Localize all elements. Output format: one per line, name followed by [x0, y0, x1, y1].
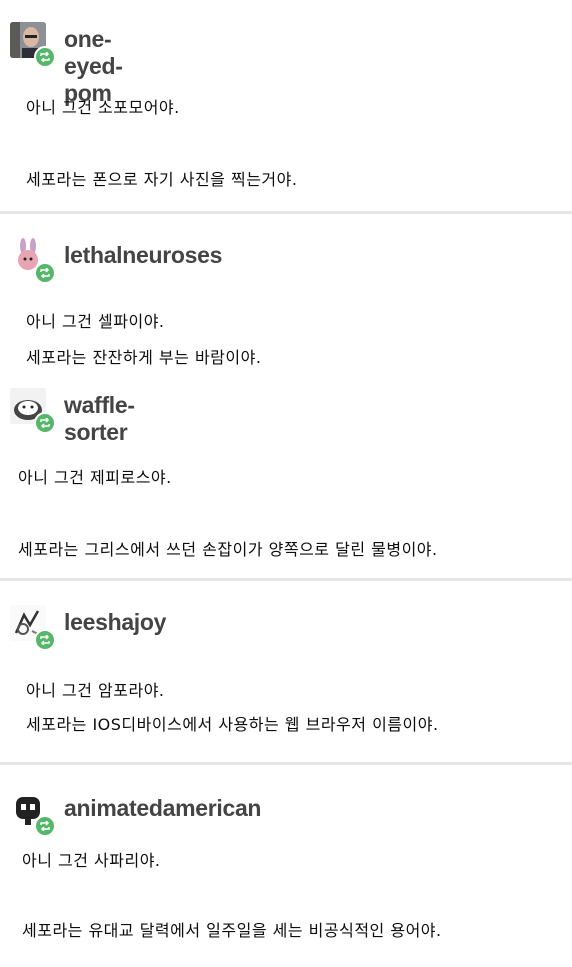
reblog-icon: [34, 46, 56, 68]
post-leeshajoy: leeshajoy 아니 그건 암포라야. 세포라는 IOS디바이스에서 사용하…: [0, 581, 572, 761]
reblog-icon: [34, 629, 56, 651]
reply-line-2: 세포라는 잔잔하게 부는 바람이야.: [26, 348, 262, 367]
post-one-eyed-pom: one-eyed-pom 아니 그건 소포모어야. 세포라는 폰으로 자기 사진…: [0, 0, 572, 210]
reblog-icon: [34, 262, 56, 284]
reply-line-1: 아니 그건 셀파이야.: [26, 312, 165, 331]
username[interactable]: animatedamerican: [64, 795, 261, 822]
username[interactable]: lethalneuroses: [64, 242, 222, 269]
post-waffle-sorter: waffle-sorter 아니 그건 제피로스야. 세포라는 그리스에서 쓰던…: [0, 384, 572, 576]
reply-line-2: 세포라는 IOS디바이스에서 사용하는 웹 브라우저 이름이야.: [26, 715, 439, 734]
username[interactable]: leeshajoy: [64, 609, 166, 636]
reply-line-1: 아니 그건 암포라야.: [26, 681, 165, 700]
reply-line-1: 아니 그건 제피로스야.: [18, 468, 172, 487]
reply-line-2: 세포라는 유대교 달력에서 일주일을 세는 비공식적인 용어야.: [22, 921, 442, 940]
post-lethalneuroses: lethalneuroses 아니 그건 셀파이야. 세포라는 잔잔하게 부는 …: [0, 214, 572, 384]
reply-line-2: 세포라는 그리스에서 쓰던 손잡이가 양쪽으로 달린 물병이야.: [18, 540, 438, 559]
reblog-icon: [34, 412, 56, 434]
username[interactable]: waffle-sorter: [64, 392, 135, 446]
reply-line-1: 아니 그건 소포모어야.: [26, 98, 180, 117]
post-animatedamerican: animatedamerican 아니 그건 사파리야. 세포라는 유대교 달력…: [0, 765, 572, 967]
reply-line-2: 세포라는 폰으로 자기 사진을 찍는거야.: [26, 170, 298, 189]
reply-line-1: 아니 그건 사파리야.: [22, 851, 161, 870]
reblog-icon: [34, 815, 56, 837]
